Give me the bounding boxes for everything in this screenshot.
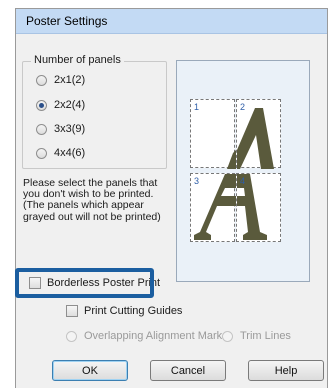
overlapping-marks-radio[interactable] (66, 330, 77, 342)
borderless-highlight-frame (15, 268, 154, 298)
option-4x4-label: 4x4(6) (54, 147, 86, 159)
radio-2x2[interactable] (36, 99, 47, 111)
cutting-guides-option[interactable]: Print Cutting Guides (66, 303, 182, 319)
radio-3x3[interactable] (36, 123, 47, 135)
radio-4x4[interactable] (36, 147, 47, 159)
cutting-guides-checkbox[interactable] (66, 305, 78, 317)
overlapping-marks-option[interactable]: Overlapping Alignment Marks (66, 328, 228, 344)
ok-button[interactable]: OK (52, 360, 128, 381)
option-2x1[interactable]: 2x1(2) (36, 72, 85, 88)
trim-lines-radio[interactable] (222, 330, 233, 342)
panel-number-4: 4 (240, 176, 246, 186)
cancel-button[interactable]: Cancel (150, 360, 226, 381)
panel-number-3: 3 (194, 176, 200, 186)
option-2x1-label: 2x1(2) (54, 74, 86, 86)
option-3x3-label: 3x3(9) (54, 123, 86, 135)
panel-number-2: 2 (240, 102, 246, 112)
number-of-panels-label: Number of panels (31, 54, 124, 66)
title-bar[interactable]: Poster Settings (16, 9, 327, 34)
preview-panel-4[interactable]: 4 (236, 173, 281, 242)
trim-lines-option[interactable]: Trim Lines (222, 328, 291, 344)
option-3x3[interactable]: 3x3(9) (36, 121, 85, 137)
preview-panel-2[interactable]: 2 (236, 99, 281, 169)
help-button[interactable]: Help (248, 360, 324, 381)
panel-selection-hint: Please select the panels that you don't … (23, 177, 161, 223)
cutting-guides-label: Print Cutting Guides (84, 305, 183, 317)
option-2x2[interactable]: 2x2(4) (36, 97, 85, 113)
option-4x4[interactable]: 4x4(6) (36, 145, 85, 161)
option-2x2-label: 2x2(4) (54, 99, 86, 111)
radio-2x1[interactable] (36, 74, 47, 86)
poster-preview: 1 2 3 4 (176, 60, 310, 282)
trim-lines-label: Trim Lines (240, 330, 291, 342)
window-title: Poster Settings (26, 14, 108, 28)
preview-panel-1[interactable]: 1 (190, 99, 236, 169)
overlapping-marks-label: Overlapping Alignment Marks (84, 330, 228, 342)
panel-number-1: 1 (194, 102, 200, 112)
preview-panel-3[interactable]: 3 (190, 173, 236, 242)
